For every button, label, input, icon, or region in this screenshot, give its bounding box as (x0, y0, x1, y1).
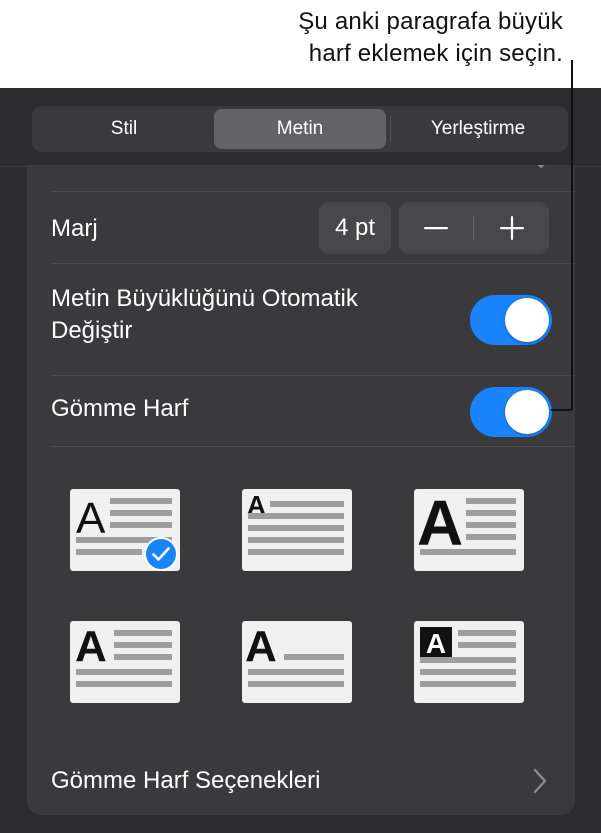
dropcap-options-label: Gömme Harf Seçenekleri (51, 767, 321, 794)
margin-value[interactable]: 4 pt (319, 202, 391, 254)
margin-label: Marj (51, 215, 98, 242)
tab-metin[interactable]: Metin (214, 109, 386, 149)
row-divider (51, 263, 575, 264)
row-divider (51, 446, 575, 447)
increment-button[interactable] (475, 202, 549, 254)
dropcap-options-row[interactable]: Gömme Harf Seçenekleri (27, 745, 575, 815)
row-divider (51, 191, 575, 192)
callout-leader-tick (551, 409, 572, 411)
chevron-right-icon (533, 768, 547, 794)
dropcap-label: Gömme Harf (51, 395, 189, 422)
dropcap-style-4[interactable]: A (70, 621, 180, 703)
dropcap-style-1[interactable]: A (70, 489, 180, 571)
callout-line-1: Şu anki paragrafa büyük (298, 8, 563, 35)
plus-icon (500, 216, 524, 240)
decrement-button[interactable] (399, 202, 473, 254)
dropcap-style-2[interactable]: A (242, 489, 352, 571)
callout-line-2: harf eklemek için seçin. (308, 40, 563, 67)
dropcap-letter: A (245, 622, 277, 671)
dropcap-toggle[interactable] (470, 387, 552, 437)
callout-annotation: Şu anki paragrafa büyük harf eklemek içi… (143, 6, 563, 70)
toggle-knob (505, 298, 549, 342)
autosize-label-line-2: Değiştir (51, 317, 133, 344)
margin-stepper (399, 202, 549, 254)
format-panel: Stil Metin Yerleştirme Marj 4 pt Metin B… (0, 88, 601, 833)
autosize-label-line-1: Metin Büyüklüğünü Otomatik (51, 285, 358, 312)
callout-leader-line (571, 60, 573, 410)
tab-yerlestirme[interactable]: Yerleştirme (391, 109, 565, 149)
dropcap-letter: A (426, 628, 446, 659)
stepper-divider (473, 216, 474, 240)
autosize-label: Metin Büyüklüğünü Otomatik Değiştir (51, 283, 358, 347)
autosize-toggle[interactable] (470, 295, 552, 345)
dropcap-letter: A (75, 622, 107, 671)
checkmark-icon (144, 537, 178, 571)
segmented-control: Stil Metin Yerleştirme (32, 106, 568, 152)
toggle-knob (505, 390, 549, 434)
row-divider (51, 375, 575, 376)
chevron-down-icon (537, 165, 545, 169)
settings-card: Marj 4 pt Metin Büyüklüğünü Otomatik Değ… (27, 165, 575, 815)
dropcap-letter: A (417, 489, 463, 559)
dropcap-style-5[interactable]: A (242, 621, 352, 703)
dropcap-letter: A (76, 494, 106, 543)
dropcap-style-6[interactable]: A (414, 621, 524, 703)
dropcap-style-3[interactable]: A (414, 487, 524, 571)
minus-icon (424, 227, 448, 230)
tab-stil[interactable]: Stil (35, 109, 213, 149)
